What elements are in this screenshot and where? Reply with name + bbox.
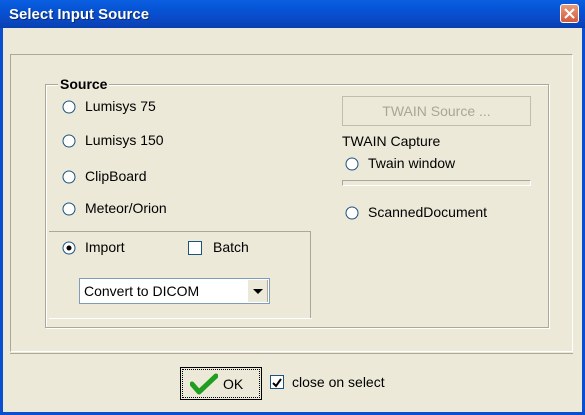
radio-scanned-document-label[interactable]: ScannedDocument	[368, 204, 487, 220]
check-icon	[272, 378, 282, 388]
window-title: Select Input Source	[9, 6, 150, 23]
radio-lumisys-150-label[interactable]: Lumisys 150	[85, 132, 164, 148]
window-frame-left	[0, 28, 3, 415]
import-subbox-bottom	[49, 318, 312, 319]
checkmark-icon	[190, 373, 218, 395]
radio-twain-window-label[interactable]: Twain window	[368, 155, 455, 171]
close-button[interactable]	[560, 4, 579, 23]
radio-meteor-orion-icon[interactable]	[62, 202, 76, 216]
radio-clipboard-icon[interactable]	[62, 170, 76, 184]
radio-import-label[interactable]: Import	[85, 239, 125, 255]
close-on-select-checkbox[interactable]	[270, 375, 284, 389]
convert-select[interactable]: Convert to DICOM	[79, 278, 270, 304]
convert-select-arrow[interactable]	[247, 280, 268, 302]
twain-source-button[interactable]: TWAIN Source ...	[342, 96, 531, 126]
batch-label[interactable]: Batch	[213, 239, 249, 255]
ok-button[interactable]: OK	[180, 367, 262, 400]
source-group-legend: Source	[58, 76, 110, 92]
ok-button-label: OK	[223, 376, 244, 392]
radio-import-icon[interactable]	[62, 241, 76, 255]
twain-capture-label: TWAIN Capture	[342, 133, 441, 149]
close-icon	[564, 8, 575, 19]
radio-lumisys-75-label[interactable]: Lumisys 75	[85, 98, 156, 114]
radio-meteor-orion-label[interactable]: Meteor/Orion	[85, 200, 167, 216]
radio-clipboard-label[interactable]: ClipBoard	[85, 168, 146, 184]
radio-lumisys-75-icon[interactable]	[62, 100, 76, 114]
close-on-select-label[interactable]: close on select	[292, 374, 385, 390]
convert-select-value: Convert to DICOM	[84, 283, 200, 299]
chevron-down-icon	[253, 289, 263, 294]
title-bar[interactable]: Select Input Source	[0, 0, 585, 28]
twain-capture-slider	[342, 180, 531, 186]
twain-source-button-label: TWAIN Source ...	[382, 103, 491, 119]
panel-divider	[10, 353, 573, 354]
radio-scanned-document-icon[interactable]	[345, 206, 359, 220]
dialog-window: Select Input Source Source Lumisys 75 Lu…	[0, 0, 585, 415]
batch-checkbox[interactable]	[188, 241, 202, 255]
import-subbox-edge	[310, 231, 311, 319]
radio-twain-window-icon[interactable]	[345, 157, 359, 171]
radio-lumisys-150-icon[interactable]	[62, 134, 76, 148]
